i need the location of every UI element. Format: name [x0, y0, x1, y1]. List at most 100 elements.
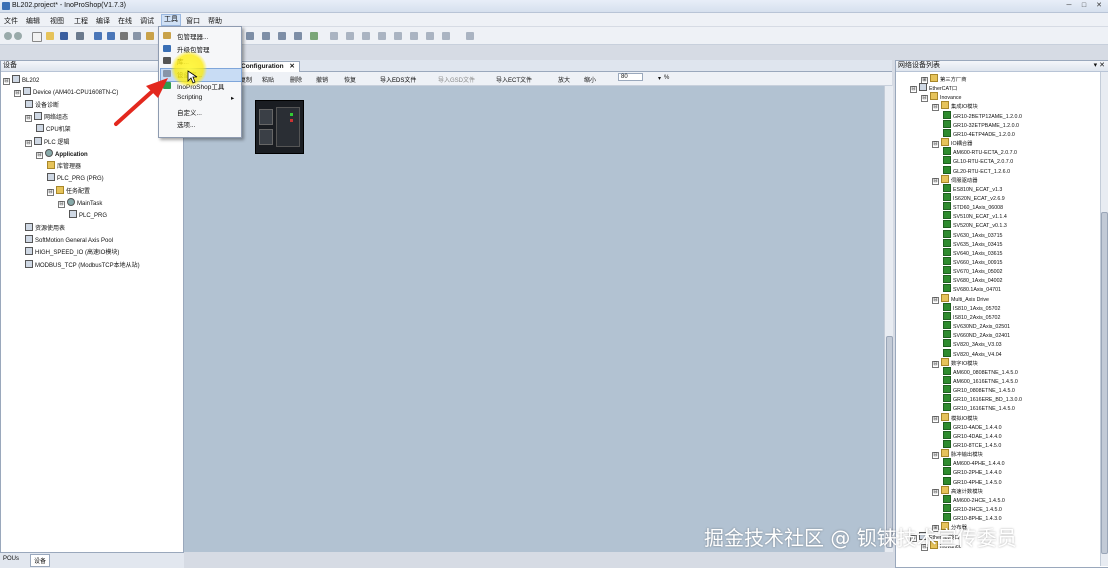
device-tree-item[interactable]: CPU机架 — [36, 124, 71, 134]
menu-help[interactable]: 帮助 — [208, 16, 222, 26]
zoom-in-button[interactable]: 放大 — [558, 75, 570, 84]
toolbar-icon[interactable] — [410, 32, 418, 40]
device-tree-item[interactable]: ⊟ PLC 逻辑 — [25, 136, 69, 147]
toolbar-icon[interactable] — [442, 32, 450, 40]
paste-icon[interactable] — [146, 32, 154, 40]
menu-item-package-manager[interactable]: 包管理器... — [177, 31, 208, 41]
paste-button[interactable]: 粘贴 — [262, 75, 274, 84]
device-tree-item[interactable]: PLC_PRG (PRG) — [47, 173, 104, 183]
cut-icon[interactable] — [120, 32, 128, 40]
toolbar-icon[interactable] — [294, 32, 302, 40]
device-tree-item[interactable]: 资源使用表 — [25, 222, 65, 233]
device-tree-item[interactable]: MODBUS_TCP (ModbusTCP本地从站) — [25, 259, 140, 270]
tab-configuration[interactable]: Configuration ✕ — [236, 61, 300, 72]
new-file-icon[interactable] — [32, 32, 42, 42]
zoom-dropdown-icon[interactable]: ▾ — [658, 75, 661, 82]
expand-toggle-icon[interactable]: ⊟ — [58, 201, 65, 208]
toolbar-icon[interactable] — [262, 32, 270, 40]
expand-toggle-icon[interactable]: ⊟ — [36, 151, 43, 159]
device-tree-item[interactable]: ⊟ 任务配置 — [47, 185, 90, 196]
expand-toggle-icon[interactable]: ⊟ — [47, 188, 54, 196]
redo-button[interactable]: 恢复 — [344, 75, 356, 84]
expand-toggle-icon[interactable]: ⊟ — [932, 488, 939, 496]
device-tree-item[interactable]: PLC_PRG — [69, 210, 107, 220]
run-icon[interactable] — [362, 32, 370, 40]
undo-button[interactable]: 撤销 — [316, 75, 328, 84]
expand-toggle-icon[interactable]: ⊟ — [921, 95, 928, 103]
menu-online[interactable]: 在线 — [118, 16, 132, 26]
open-folder-icon[interactable] — [46, 32, 54, 40]
menu-item-scripting[interactable]: Scripting — [177, 94, 202, 101]
menu-debug[interactable]: 调试 — [140, 16, 154, 26]
configuration-toolbar: 复制 粘贴 删除 撤销 恢复 导入EDS文件 导入GSD文件 导入ECT文件 放… — [184, 72, 892, 86]
copy-icon[interactable] — [133, 32, 141, 40]
menu-window[interactable]: 窗口 — [186, 16, 200, 26]
library-icon — [47, 161, 55, 170]
expand-toggle-icon[interactable]: ⊟ — [932, 141, 939, 149]
device-tree-item[interactable]: ⊟ Application — [36, 148, 88, 159]
device-tree-item[interactable]: ⊟ MainTask — [58, 198, 102, 208]
plc-device-image[interactable] — [255, 100, 304, 154]
device-tree-item[interactable]: ⊟ BL202 — [3, 75, 39, 85]
device-tree-item[interactable]: ⊟ 网络组态 — [25, 111, 68, 122]
menu-project[interactable]: 工程 — [74, 16, 88, 26]
toolbar-icon[interactable] — [394, 32, 402, 40]
redo-icon[interactable] — [107, 32, 115, 40]
maximize-button[interactable]: □ — [1077, 1, 1091, 10]
menu-tools[interactable]: 工具 — [161, 14, 181, 26]
stop-icon[interactable] — [378, 32, 386, 40]
expand-toggle-icon[interactable]: ⊟ — [932, 296, 939, 304]
device-tree-item[interactable]: SoftMotion General Axis Pool — [25, 234, 113, 245]
back-icon[interactable] — [4, 32, 12, 40]
device-tree-item[interactable]: 设备诊断 — [25, 99, 59, 110]
panel-pin-icon[interactable]: ▾ ✕ — [1094, 61, 1105, 71]
expand-toggle-icon[interactable]: ⊟ — [932, 452, 939, 460]
import-ect-button[interactable]: 导入ECT文件 — [496, 75, 532, 84]
toolbar-icon[interactable] — [246, 32, 254, 40]
undo-icon[interactable] — [94, 32, 102, 40]
close-button[interactable]: ✕ — [1092, 1, 1106, 10]
expand-toggle-icon[interactable]: ⊟ — [14, 90, 21, 98]
canvas-vertical-scrollbar[interactable] — [884, 86, 893, 552]
import-eds-button[interactable]: 导入EDS文件 — [380, 75, 416, 84]
expand-toggle-icon[interactable]: ⊟ — [25, 139, 32, 147]
tab-pous[interactable]: POUs — [3, 556, 19, 562]
delete-button[interactable]: 删除 — [290, 75, 302, 84]
close-tab-icon[interactable]: ✕ — [289, 63, 294, 70]
expand-toggle-icon[interactable]: ⊟ — [932, 360, 939, 368]
expand-toggle-icon[interactable]: ⊟ — [932, 415, 939, 423]
expand-toggle-icon[interactable]: ⊟ — [932, 177, 939, 185]
axis-icon — [25, 234, 33, 243]
toolbar-icon[interactable] — [346, 32, 354, 40]
device-tree-item[interactable]: HIGH_SPEED_IO (高速IO模块) — [25, 247, 119, 257]
toolbar-icon[interactable] — [278, 32, 286, 40]
toolbar-icon[interactable] — [426, 32, 434, 40]
expand-toggle-icon[interactable]: ⊟ — [932, 104, 939, 112]
import-gsd-button[interactable]: 导入GSD文件 — [438, 75, 475, 84]
menu-file[interactable]: 文件 — [4, 16, 18, 26]
forward-icon[interactable] — [14, 32, 22, 40]
menu-edit[interactable]: 编辑 — [26, 16, 40, 26]
menu-build[interactable]: 编译 — [96, 16, 110, 26]
print-icon[interactable] — [76, 32, 84, 40]
menu-view[interactable]: 视图 — [50, 16, 64, 26]
tab-devices[interactable]: 设备 — [30, 554, 51, 567]
device-tree-item[interactable]: ⊟ Device (AM401-CPU1608TN-C) — [14, 87, 118, 98]
toolbar-icon[interactable] — [330, 32, 338, 40]
save-icon[interactable] — [60, 32, 68, 40]
device-tree-item[interactable]: 库管理器 — [47, 161, 81, 171]
expand-toggle-icon[interactable]: ⊟ — [25, 114, 32, 122]
expand-toggle-icon[interactable]: ⊟ — [3, 78, 10, 85]
device-list-scrollbar[interactable] — [1100, 72, 1108, 566]
minimize-button[interactable]: ─ — [1062, 1, 1076, 10]
zoom-level-input[interactable]: 80 — [618, 73, 643, 81]
menu-item-customize[interactable]: 自定义... — [177, 107, 202, 117]
folder-icon — [941, 138, 949, 147]
scrollbar-thumb[interactable] — [886, 336, 893, 548]
toolbar-icon[interactable] — [466, 32, 474, 40]
login-icon[interactable] — [310, 32, 318, 40]
menu-item-options[interactable]: 选项... — [177, 119, 195, 129]
zoom-out-button[interactable]: 缩小 — [584, 75, 596, 84]
expand-toggle-icon[interactable]: ⊟ — [910, 86, 917, 94]
scrollbar-thumb[interactable] — [1101, 212, 1108, 554]
